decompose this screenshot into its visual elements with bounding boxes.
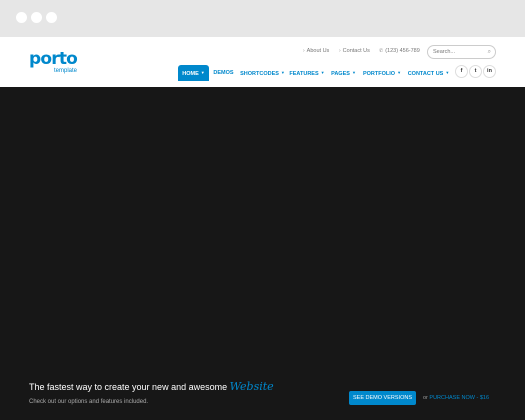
- hero-subline: Check out our options and features inclu…: [29, 399, 149, 405]
- nav-item-demos[interactable]: DEMOS: [211, 65, 236, 81]
- topbar-link-contact[interactable]: › Contact Us: [339, 47, 370, 55]
- or-text: or: [423, 395, 428, 401]
- purchase-link[interactable]: PURCHASE NOW - $16: [429, 395, 489, 401]
- nav-item-features[interactable]: FEATURES ▼: [289, 65, 325, 81]
- site-header: porto template › About Us › Contact Us ✆ (1…: [0, 37, 525, 87]
- phone-icon: ✆: [379, 48, 384, 54]
- logo-text: porto: [29, 49, 78, 69]
- twitter-icon[interactable]: t: [469, 65, 482, 78]
- logo-subtext: template: [54, 68, 78, 74]
- nav-item-home[interactable]: HOME ▼: [178, 65, 209, 81]
- nav-item-shortcodes[interactable]: SHORTCODES ▼: [240, 65, 285, 81]
- search-input[interactable]: [433, 48, 483, 56]
- tagline-text: The fastest way to create your new and a…: [29, 382, 228, 392]
- browser-chrome-bar: [0, 0, 525, 37]
- hero-slider: The fastest way to create your new and a…: [0, 87, 525, 420]
- window-dot-2-icon: [31, 12, 42, 23]
- caret-down-icon: ▼: [445, 70, 450, 75]
- purchase-row: or PURCHASE NOW - $16: [423, 394, 489, 402]
- window-dot-1-icon: [16, 12, 27, 23]
- nav-item-contact[interactable]: CONTACT US ▼: [407, 65, 450, 81]
- caret-down-icon: ▼: [320, 70, 325, 75]
- search-icon[interactable]: ⌕: [488, 48, 491, 56]
- window-dot-3-icon: [46, 12, 57, 23]
- facebook-icon[interactable]: f: [455, 65, 468, 78]
- hero-tagline: The fastest way to create your new and a…: [29, 381, 274, 393]
- topbar-phone: ✆ (123) 456-789: [379, 48, 420, 54]
- chevron-right-icon: ›: [339, 48, 341, 54]
- search-box: ⌕: [427, 45, 496, 59]
- caret-down-icon: ▼: [351, 70, 356, 75]
- chevron-right-icon: ›: [303, 48, 305, 54]
- topbar-link-about[interactable]: › About Us: [303, 47, 329, 55]
- linkedin-icon[interactable]: in: [483, 65, 496, 78]
- nav-item-portfolio[interactable]: PORTFOLIO ▼: [362, 65, 402, 81]
- tagline-accent: Website: [229, 380, 274, 393]
- see-demo-button[interactable]: SEE DEMO VERSIONS: [349, 391, 416, 405]
- caret-down-icon: ▼: [280, 70, 285, 75]
- site-logo[interactable]: porto template: [29, 49, 89, 76]
- caret-down-icon: ▼: [200, 70, 205, 75]
- nav-item-pages[interactable]: PAGES ▼: [330, 65, 357, 81]
- caret-down-icon: ▼: [397, 70, 402, 75]
